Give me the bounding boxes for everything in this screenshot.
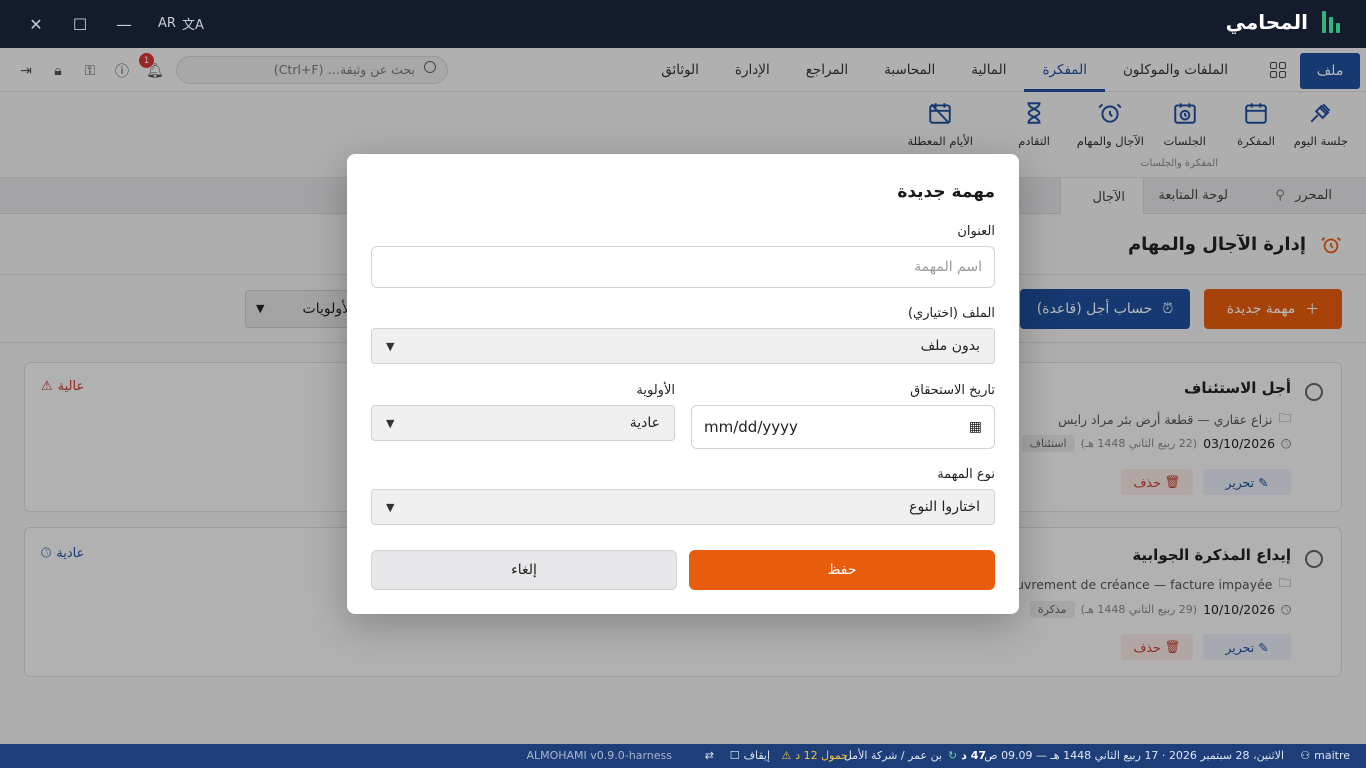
new-task-dialog: مهمة جديدة العنوان الملف (اختياري) بدون … [347,154,1019,614]
status-pause-toggle[interactable]: إيقاف ☐ [730,749,770,762]
file-select[interactable]: بدون ملف ▼ [371,328,995,364]
app-brand: المحامي [1226,10,1340,34]
task-type-label: نوع المهمة [937,467,995,482]
chevron-down-icon: ▼ [386,500,395,514]
due-date-input[interactable]: mm/dd/yyyy ▦ [691,405,995,449]
user-icon: ⚇ [1300,749,1311,762]
save-button[interactable]: حفظ [689,550,995,590]
due-date-label: تاريخ الاستحقاق [910,383,995,398]
file-field-label: الملف (اختياري) [907,306,995,321]
cancel-button[interactable]: إلغاء [371,550,677,590]
status-firm: بن عمر / شركة الأمل [843,749,942,762]
minimize-icon: — [116,14,132,34]
priority-select[interactable]: عادية ▼ [371,405,675,441]
checkbox-icon: ☐ [729,749,740,762]
refresh-icon[interactable]: ⇄ [705,749,714,762]
status-version: ALMOHAMI v0.9.0-harness [526,749,672,762]
language-label: AR [158,16,176,31]
title-field-label: العنوان [957,224,995,239]
calendar-icon[interactable]: ▦ [969,419,982,435]
app-logo-icon [1318,11,1340,33]
task-title-input[interactable] [371,246,995,288]
chevron-down-icon: ▼ [386,339,395,353]
status-user: maitre ⚇ [1300,749,1350,762]
status-bar: maitre ⚇ الاثنين، 28 سبتمبر 2026 · 17 رب… [0,744,1366,768]
dialog-title: مهمة جديدة [897,182,995,202]
close-window-button[interactable]: ✕ [24,12,48,36]
priority-field-label: الأولوية [636,383,675,398]
minimize-button[interactable]: — [112,12,136,36]
chevron-down-icon: ▼ [386,416,395,430]
status-datetime: الاثنين، 28 سبتمبر 2026 · 17 ربيع الثاني… [984,749,1284,762]
status-count: 47 د ↻ [947,749,986,762]
task-type-select[interactable]: اختاروا النوع ▼ [371,489,995,525]
title-bar: المحامي 文A AR — ☐ ✕ [0,0,1366,48]
sync-icon: ↻ [947,749,958,762]
maximize-button[interactable]: ☐ [68,12,92,36]
translate-icon: 文A [181,18,204,33]
language-switch[interactable]: 文A AR [158,14,204,33]
status-due: حمول 12 د ⚠ [781,749,848,762]
close-icon: ✕ [29,14,43,34]
warning-icon: ⚠ [781,749,792,762]
app-name: المحامي [1225,10,1308,34]
maximize-icon: ☐ [72,14,88,34]
